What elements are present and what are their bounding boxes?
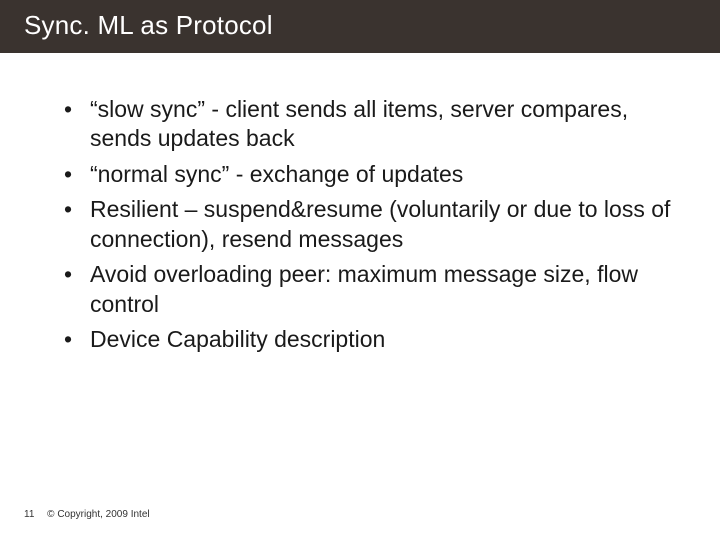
copyright-text: © Copyright, 2009 Intel [47,509,149,520]
slide-content: “slow sync” - client sends all items, se… [0,53,720,355]
slide-title: Sync. ML as Protocol [0,0,720,53]
slide: Sync. ML as Protocol “slow sync” - clien… [0,0,720,540]
list-item: Resilient – suspend&resume (voluntarily … [64,195,676,254]
list-item: “normal sync” - exchange of updates [64,160,676,189]
bullet-list: “slow sync” - client sends all items, se… [64,95,676,355]
slide-footer: 11 © Copyright, 2009 Intel [24,509,150,520]
list-item: Avoid overloading peer: maximum message … [64,260,676,319]
page-number: 11 [24,509,34,520]
list-item: Device Capability description [64,325,676,354]
list-item: “slow sync” - client sends all items, se… [64,95,676,154]
